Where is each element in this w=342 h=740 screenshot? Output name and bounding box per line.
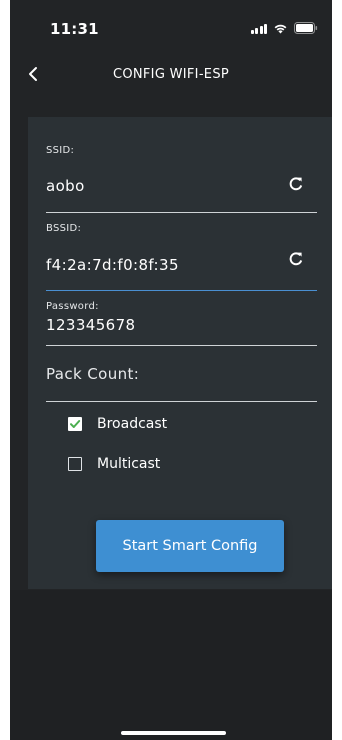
refresh-icon[interactable] (287, 175, 305, 193)
check-icon (70, 420, 81, 428)
signal-icon (250, 23, 267, 34)
status-time: 11:31 (50, 20, 99, 38)
password-value[interactable]: 123345678 (46, 316, 136, 334)
status-bar: 11:31 (10, 0, 332, 60)
nav-bar: CONFIG WIFI-ESP (10, 58, 332, 92)
wifi-icon (273, 23, 288, 34)
bottom-background (10, 590, 332, 740)
config-form: SSID: aobo BSSID: f4:2a:7d:f0:8f:35 Pass… (28, 117, 332, 589)
broadcast-label: Broadcast (97, 416, 168, 432)
multicast-label: Multicast (97, 456, 161, 472)
password-label: Password: (46, 301, 99, 312)
page-title: CONFIG WIFI-ESP (112, 67, 230, 82)
password-field[interactable]: Password: 123345678 (46, 290, 317, 346)
multicast-option[interactable]: Multicast (68, 453, 160, 475)
broadcast-option[interactable]: Broadcast (68, 413, 167, 435)
start-smart-config-button[interactable]: Start Smart Config (96, 520, 284, 572)
ssid-value[interactable]: aobo (46, 177, 85, 195)
refresh-icon[interactable] (287, 250, 305, 268)
bssid-field[interactable]: BSSID: f4:2a:7d:f0:8f:35 (46, 212, 317, 291)
bssid-value[interactable]: f4:2a:7d:f0:8f:35 (46, 256, 179, 274)
multicast-checkbox[interactable] (68, 457, 82, 471)
bssid-label: BSSID: (46, 223, 82, 234)
pack-count-placeholder[interactable]: Pack Count: (46, 365, 139, 383)
ssid-field[interactable]: SSID: aobo (46, 139, 317, 213)
home-indicator[interactable] (121, 731, 226, 735)
broadcast-checkbox[interactable] (68, 417, 82, 431)
status-icons (250, 22, 319, 34)
battery-icon (294, 22, 318, 34)
ssid-label: SSID: (46, 145, 75, 156)
pack-count-field[interactable]: Pack Count: (46, 345, 317, 402)
app-screen: 11:31 CONFIG WIFI-ESP SSID: aobo BSSID: … (10, 0, 332, 740)
